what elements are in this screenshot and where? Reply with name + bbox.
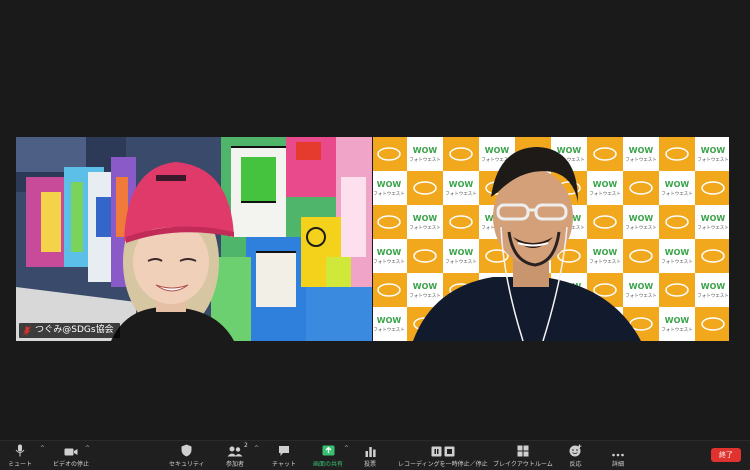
backdrop-logo-text: WOW [449,248,474,257]
backdrop-logo-subtext: フォトウエスト [625,292,657,299]
backdrop-logo-text: WOW [377,180,402,189]
chat-bubble-icon [278,446,289,456]
stop-video-label: ビデオの停止 [53,461,90,468]
grid-icon [517,445,529,457]
backdrop-logo-subtext: フォトウエスト [697,156,729,163]
backdrop-logo-text: WOW [413,214,438,223]
people-icon [227,446,243,457]
meeting-toolbar: ミュート ^ ビデオの停止 ^ セキュリティ 参加者 2 ^ チャット 画面の共… [0,440,750,470]
polls-label: 投票 [364,461,377,468]
backdrop-tile [587,205,623,239]
backdrop-logo-subtext: フォトウエスト [589,258,621,265]
backdrop-logo-subtext: フォトウエスト [445,190,477,197]
video-tile-participant-1[interactable]: つぐみ@SDGs協会 [16,137,372,341]
mute-options-chevron-icon[interactable]: ^ [40,445,45,452]
backdrop-logo-text: WOW [665,180,690,189]
breakout-rooms-label: ブレイクアウトルーム [493,461,553,468]
backdrop-logo-text: WOW [485,146,510,155]
video-tile-participant-2[interactable]: WOW フォトウエスト WOW フォトウエスト WOW フォトウエスト WOW フォトウエスト… [373,137,729,341]
mute-label: ミュート [8,461,33,468]
recording-button[interactable]: レコーディングを一時停止／停止 [398,443,488,468]
backdrop-logo-text: WOW [629,146,654,155]
end-meeting-button[interactable]: 終了 [711,448,741,462]
backdrop-tile [623,171,659,205]
backdrop-logo-text: WOW [377,316,402,325]
backdrop-logo-text: WOW [449,180,474,189]
backdrop-logo-subtext: フォトウエスト [589,190,621,197]
polls-button[interactable]: 投票 [364,443,376,468]
backdrop-logo-subtext: フォトウエスト [445,258,477,265]
backdrop-logo-text: WOW [665,316,690,325]
graffiti-wall-video [16,137,372,341]
participant-name-label: つぐみ@SDGs協会 [19,323,120,338]
backdrop-logo-text: WOW [413,282,438,291]
video-options-chevron-icon[interactable]: ^ [85,445,90,452]
more-dots-icon [612,453,624,457]
meeting-canvas: つぐみ@SDGs協会 WOW フォトウエスト WOW フォトウエスト WOW フォトウエス… [0,0,750,440]
pause-stop-icon [431,446,455,457]
participant-name: つぐみ@SDGs協会 [35,325,114,335]
backdrop-tile [587,137,623,171]
backdrop-logo-text: WOW [557,146,582,155]
mute-button[interactable]: ミュート [8,443,32,468]
backdrop-logo-text: WOW [593,248,618,257]
share-screen-icon [322,445,334,456]
participants-button[interactable]: 参加者 [226,443,244,468]
video-camera-icon [64,448,78,456]
stop-video-button[interactable]: ビデオの停止 [53,443,89,468]
backdrop-logo-text: WOW [701,282,726,291]
backdrop-tile [659,273,695,307]
backdrop-logo-text: WOW [413,146,438,155]
backdrop-tile [623,239,659,273]
backdrop-logo-text: WOW [665,248,690,257]
backdrop-logo-subtext: フォトウエスト [661,190,693,197]
chat-label: チャット [272,461,296,468]
participants-options-chevron-icon[interactable]: ^ [254,445,259,452]
chat-button[interactable]: チャット [272,443,296,468]
mic-muted-icon [23,325,31,336]
backdrop-logo-subtext: フォトウエスト [409,156,441,163]
backdrop-video: WOWフォトウエストWOWフォトウエストWOWフォトウエストWOWフォトウエスト… [373,137,729,341]
backdrop-logo-text: WOW [377,248,402,257]
breakout-rooms-button[interactable]: ブレイクアウトルーム [493,443,553,468]
security-label: セキュリティ [169,461,205,468]
microphone-icon [15,444,25,457]
backdrop-logo-subtext: フォトウエスト [373,190,405,197]
backdrop-logo-text: WOW [629,282,654,291]
backdrop-logo-subtext: フォトウエスト [409,224,441,231]
backdrop-logo-text: WOW [629,214,654,223]
recording-label: レコーディングを一時停止／停止 [398,461,488,468]
participants-label: 参加者 [226,461,245,468]
backdrop-tile [659,205,695,239]
backdrop-logo-subtext: フォトウエスト [625,156,657,163]
backdrop-logo-text: WOW [593,180,618,189]
backdrop-logo-subtext: フォトウエスト [373,326,405,333]
backdrop-logo-subtext: フォトウエスト [409,292,441,299]
backdrop-tile [659,137,695,171]
backdrop-logo-subtext: フォトウエスト [661,258,693,265]
backdrop-logo-subtext: フォトウエスト [697,224,729,231]
more-button[interactable]: 詳細 [612,443,624,468]
reactions-button[interactable]: 反応 [569,443,582,468]
backdrop-tile [443,205,479,239]
backdrop-logo-text: WOW [701,214,726,223]
share-screen-label: 画面の共有 [313,461,344,468]
share-options-chevron-icon[interactable]: ^ [344,445,349,452]
bar-chart-icon [365,447,376,457]
backdrop-logo-subtext: フォトウエスト [373,258,405,265]
backdrop-logo-text: WOW [701,146,726,155]
reactions-label: 反応 [569,461,582,468]
participants-count: 2 [244,442,248,449]
more-label: 詳細 [612,461,625,468]
backdrop-logo-subtext: フォトウエスト [625,224,657,231]
smiley-plus-icon [569,444,582,457]
backdrop-logo-subtext: フォトウエスト [697,292,729,299]
backdrop-logo-subtext: フォトウエスト [661,326,693,333]
security-button[interactable]: セキュリティ [169,443,205,468]
backdrop-tile [407,171,443,205]
shield-icon [181,444,192,457]
share-screen-button[interactable]: 画面の共有 [313,443,343,468]
backdrop-tile [443,137,479,171]
backdrop-tile [407,239,443,273]
